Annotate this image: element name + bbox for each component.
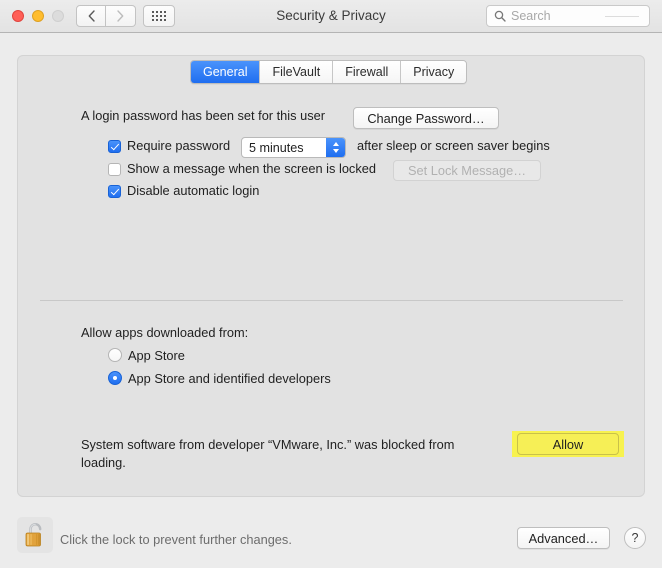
radio-app-store-and-identified-developers-label: App Store and identified developers: [128, 371, 331, 386]
search-field[interactable]: Search: [486, 5, 650, 27]
tab-general[interactable]: General: [191, 61, 260, 83]
allow-button[interactable]: Allow: [517, 433, 619, 455]
lock-button[interactable]: [17, 517, 53, 553]
require-password-interval-value: 5 minutes: [249, 140, 304, 155]
preference-tabs: General FileVault Firewall Privacy: [190, 60, 468, 84]
unlocked-padlock-icon: [25, 522, 42, 547]
window-titlebar: Security & Privacy Search: [0, 0, 662, 33]
tab-privacy[interactable]: Privacy: [400, 61, 467, 83]
radio-app-store-label: App Store: [128, 348, 185, 363]
lock-caption: Click the lock to prevent further change…: [60, 532, 292, 547]
allow-apps-heading: Allow apps downloaded from:: [81, 325, 249, 340]
search-icon: [494, 10, 506, 22]
show-lock-message-checkbox[interactable]: [108, 163, 121, 176]
login-password-status-text: A login password has been set for this u…: [81, 108, 325, 123]
tab-firewall[interactable]: Firewall: [332, 61, 401, 83]
set-lock-message-button[interactable]: Set Lock Message…: [393, 160, 541, 181]
advanced-button[interactable]: Advanced…: [517, 527, 610, 549]
search-field-divider: [605, 15, 639, 17]
tab-filevault[interactable]: FileVault: [259, 61, 333, 83]
change-password-button[interactable]: Change Password…: [353, 107, 499, 129]
chevron-updown-icon: [326, 138, 345, 157]
require-password-suffix-label: after sleep or screen saver begins: [357, 138, 550, 153]
require-password-checkbox[interactable]: [108, 140, 121, 153]
radio-app-store-and-identified-developers[interactable]: [108, 371, 122, 385]
help-button[interactable]: ?: [624, 527, 646, 549]
search-placeholder: Search: [511, 9, 551, 23]
blocked-software-notice: System software from developer “VMware, …: [81, 437, 455, 470]
disable-automatic-login-label: Disable automatic login: [127, 183, 260, 198]
radio-app-store[interactable]: [108, 348, 122, 362]
section-divider: [40, 300, 623, 301]
require-password-interval-select[interactable]: 5 minutes: [241, 137, 346, 158]
show-lock-message-label: Show a message when the screen is locked: [127, 161, 376, 176]
disable-automatic-login-checkbox[interactable]: [108, 185, 121, 198]
require-password-label: Require password: [127, 138, 231, 153]
